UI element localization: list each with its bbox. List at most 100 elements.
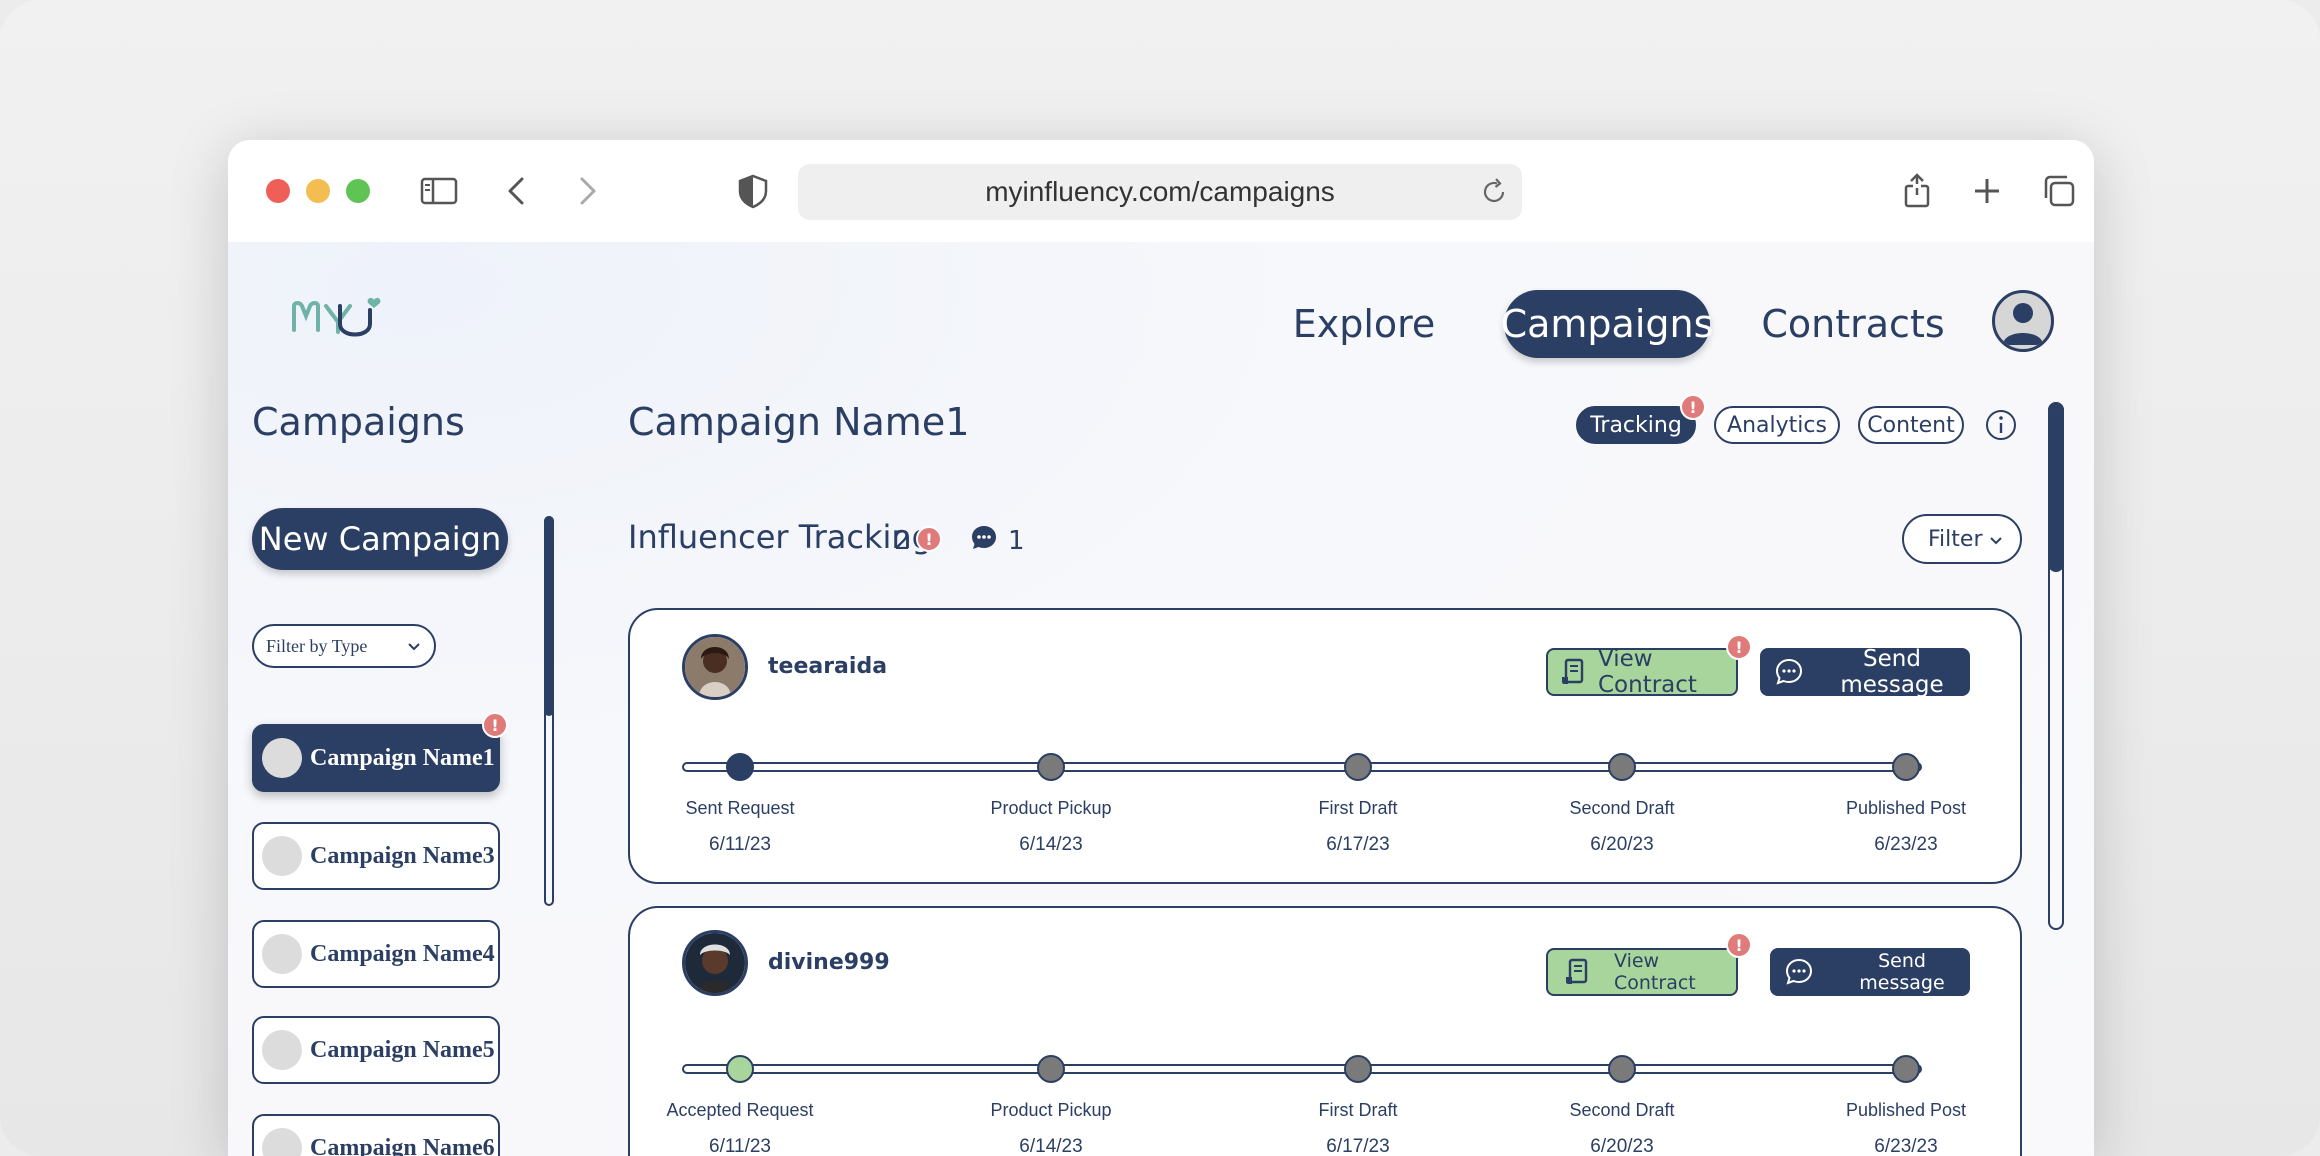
influencer-avatar[interactable] — [682, 634, 748, 700]
campaign-thumbnail — [262, 738, 302, 778]
step-node-first-draft[interactable] — [1344, 753, 1372, 781]
step-label: Second Draft — [1569, 1100, 1675, 1120]
app-viewport: Explore Campaigns Contracts Campaigns Ne… — [228, 242, 2094, 1156]
close-window-button[interactable] — [266, 179, 290, 203]
step-node-product-pickup[interactable] — [1037, 753, 1065, 781]
progress-track — [682, 1064, 1922, 1074]
send-message-label: Send message — [1859, 950, 1945, 994]
reload-icon[interactable] — [1476, 174, 1512, 210]
campaign-thumbnail — [262, 836, 302, 876]
view-contract-label: View Contract — [1614, 950, 1696, 994]
view-contract-label: View Contract — [1598, 646, 1697, 698]
section-alert-badge: ! — [916, 526, 942, 552]
new-campaign-button[interactable]: New Campaign — [252, 508, 508, 570]
browser-toolbar: myinfluency.com/campaigns — [228, 140, 2094, 242]
step-node-first-draft[interactable] — [1344, 1055, 1372, 1083]
step-date: 6/20/23 — [1590, 834, 1654, 855]
message-bubble-icon[interactable] — [970, 524, 998, 552]
contract-document-icon — [1562, 658, 1584, 684]
step-label: Product Pickup — [990, 1100, 1112, 1120]
view-contract-button[interactable]: View Contract — [1546, 646, 1738, 698]
influencer-username[interactable]: divine999 — [768, 950, 890, 975]
sidebar-toggle-icon[interactable] — [418, 170, 460, 212]
sidebar-item-campaign-name6[interactable]: Campaign Name6 — [252, 1114, 500, 1156]
user-avatar[interactable] — [1992, 290, 2054, 352]
step-node-published-post[interactable] — [1892, 1055, 1920, 1083]
nav-campaigns[interactable]: Campaigns — [1501, 290, 1713, 358]
tab-analytics[interactable]: Analytics — [1714, 406, 1840, 444]
contract-alert-badge: ! — [1726, 634, 1752, 660]
sidebar-item-label: Campaign Name3 — [310, 842, 495, 869]
filter-by-type-dropdown[interactable]: Filter by Type — [252, 624, 436, 668]
browser-window: myinfluency.com/campaigns Explore Campai… — [228, 140, 2094, 1156]
sidebar-scrollbar-thumb[interactable] — [544, 516, 554, 716]
view-contract-button[interactable]: View Contract — [1546, 948, 1738, 996]
influencer-count: 2 — [894, 526, 911, 556]
chat-bubble-icon — [1785, 958, 1813, 985]
main-scrollbar-thumb[interactable] — [2048, 402, 2064, 572]
sidebar-title: Campaigns — [252, 400, 465, 444]
minimize-window-button[interactable] — [306, 179, 330, 203]
nav-explore[interactable]: Explore — [1293, 290, 1436, 358]
filter-dropdown[interactable]: Filter — [1902, 514, 2022, 564]
user-icon — [2003, 303, 2043, 345]
maximize-window-button[interactable] — [346, 179, 370, 203]
section-title: Influencer Tracking — [628, 518, 932, 556]
step-node-sent-request[interactable] — [726, 753, 754, 781]
nav-contracts[interactable]: Contracts — [1761, 290, 1944, 358]
influencer-card: teearaida View Contract ! Send message S… — [628, 608, 2022, 884]
step-date: 6/23/23 — [1874, 1136, 1938, 1156]
send-message-button[interactable]: Send message — [1770, 948, 1970, 996]
chevron-down-icon — [408, 643, 420, 651]
step-label: Sent Request — [685, 798, 795, 818]
step-date: 6/23/23 — [1874, 834, 1938, 855]
sidebar-item-label: Campaign Name4 — [310, 940, 495, 967]
send-message-button[interactable]: Send message — [1760, 646, 1970, 698]
step-node-second-draft[interactable] — [1608, 753, 1636, 781]
share-icon[interactable] — [1896, 170, 1938, 212]
tab-tracking[interactable]: Tracking — [1576, 406, 1696, 444]
influencer-card: divine999 View Contract ! Send message A… — [628, 906, 2022, 1156]
contract-alert-badge: ! — [1726, 932, 1752, 958]
step-node-accepted-request[interactable] — [726, 1055, 754, 1083]
step-date: 6/17/23 — [1326, 834, 1390, 855]
influencer-username[interactable]: teearaida — [768, 654, 887, 679]
step-node-product-pickup[interactable] — [1037, 1055, 1065, 1083]
back-icon[interactable] — [496, 170, 538, 212]
tab-content[interactable]: Content — [1858, 406, 1964, 444]
chat-bubble-icon — [1775, 658, 1803, 685]
tab-overview-icon[interactable] — [2038, 170, 2080, 212]
influencer-avatar[interactable] — [682, 930, 748, 996]
step-date: 6/20/23 — [1590, 1136, 1654, 1156]
step-label: Accepted Request — [666, 1100, 814, 1120]
chevron-down-icon — [1990, 537, 2002, 545]
step-date: 6/14/23 — [1019, 834, 1083, 855]
step-date: 6/14/23 — [1019, 1136, 1083, 1156]
privacy-shield-icon[interactable] — [732, 170, 774, 212]
info-icon[interactable] — [1984, 408, 2018, 442]
step-label: Product Pickup — [990, 798, 1112, 818]
step-label: Published Post — [1845, 1100, 1967, 1120]
myu-logo[interactable] — [290, 292, 390, 342]
filter-label: Filter — [1928, 526, 1983, 552]
filter-by-type-label: Filter by Type — [266, 635, 368, 656]
step-label: Second Draft — [1569, 798, 1675, 818]
sidebar-item-campaign-name1[interactable]: Campaign Name1 — [252, 724, 500, 792]
sidebar-item-campaign-name5[interactable]: Campaign Name5 — [252, 1016, 500, 1084]
sidebar-item-campaign-name3[interactable]: Campaign Name3 — [252, 822, 500, 890]
url-text: myinfluency.com/campaigns — [985, 176, 1335, 207]
forward-icon[interactable] — [566, 170, 608, 212]
campaign-thumbnail — [262, 934, 302, 974]
sidebar-item-label: Campaign Name1 — [310, 744, 495, 771]
new-tab-icon[interactable] — [1966, 170, 2008, 212]
influencer-photo — [685, 933, 745, 993]
contract-document-icon — [1566, 958, 1588, 984]
campaign-thumbnail — [262, 1128, 302, 1156]
step-date: 6/11/23 — [709, 1136, 771, 1156]
step-node-second-draft[interactable] — [1608, 1055, 1636, 1083]
influencer-photo — [685, 637, 745, 697]
step-node-published-post[interactable] — [1892, 753, 1920, 781]
sidebar-item-campaign-name4[interactable]: Campaign Name4 — [252, 920, 500, 988]
sidebar-item-label: Campaign Name6 — [310, 1134, 495, 1156]
address-bar[interactable]: myinfluency.com/campaigns — [798, 164, 1522, 220]
